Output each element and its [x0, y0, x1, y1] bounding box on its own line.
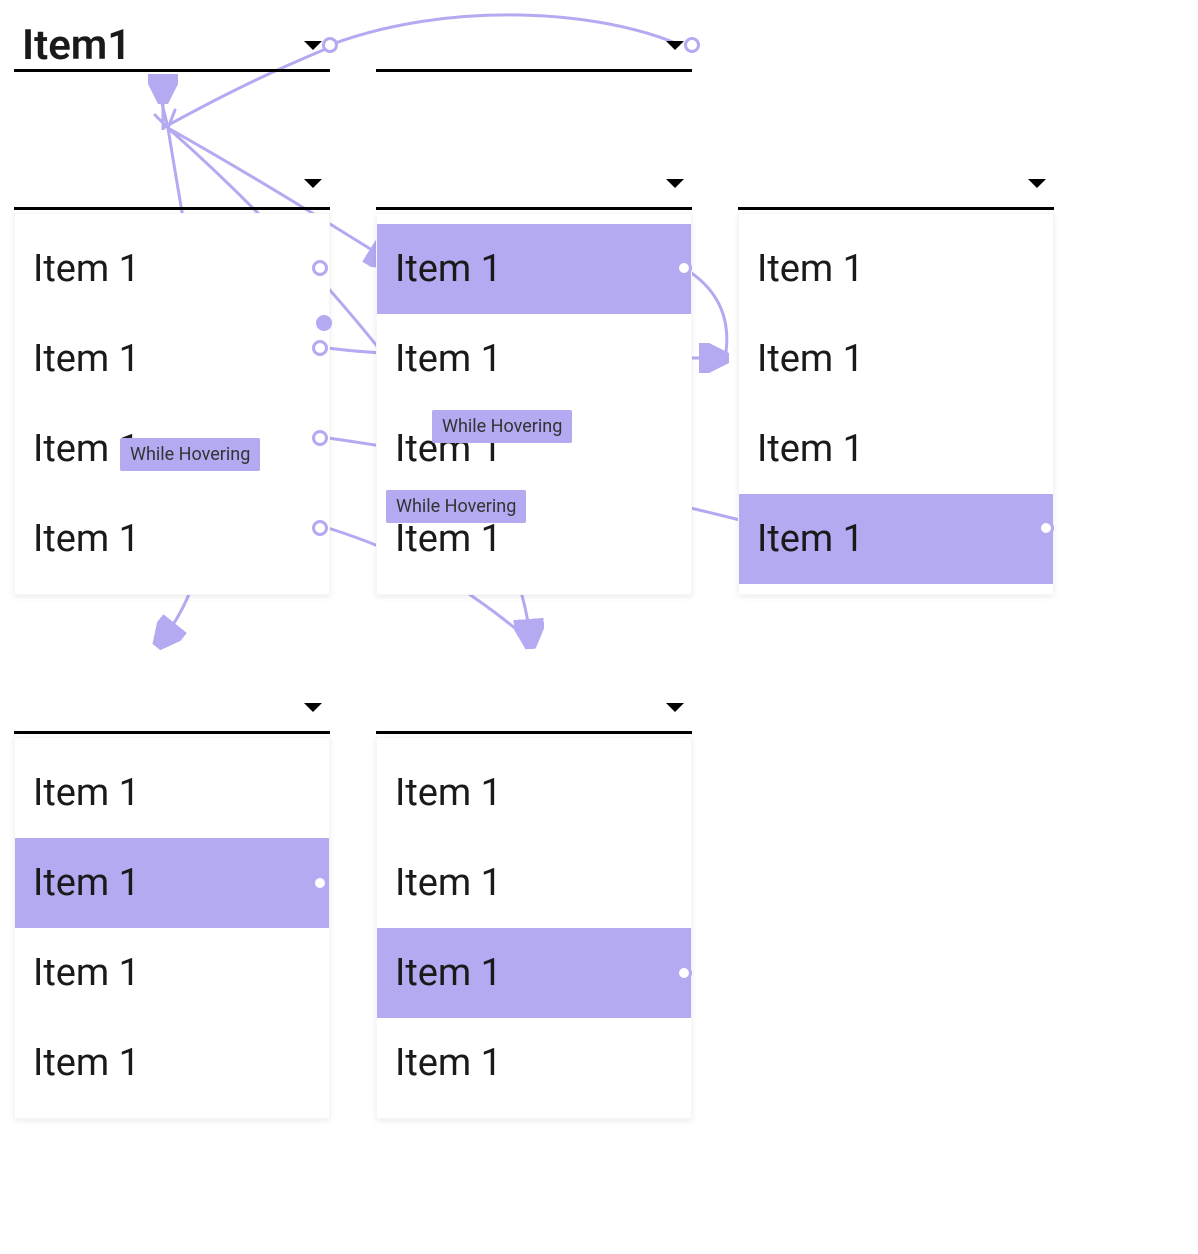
interaction-badge[interactable]: While Hovering [432, 410, 572, 443]
menu-item-label: Item 1 [395, 861, 502, 905]
menu-item[interactable]: Item 1 [15, 838, 329, 928]
menu-item-label: Item 1 [33, 771, 140, 815]
menu-item-label: Item 1 [33, 1041, 140, 1085]
dropdown-header[interactable] [376, 22, 692, 72]
interaction-badge[interactable]: While Hovering [120, 438, 260, 471]
menu-item[interactable]: Item 1 [739, 404, 1053, 494]
menu-item-label: Item 1 [33, 951, 140, 995]
menu-item[interactable]: Item 1 [15, 314, 329, 404]
menu-item-label: Item 1 [33, 517, 140, 561]
menu-item-label: Item 1 [395, 951, 502, 995]
menu-item-label: Item 1 [395, 771, 502, 815]
badge-label: While Hovering [130, 444, 250, 465]
dropdown-header[interactable] [14, 684, 330, 734]
dropdown-header[interactable] [14, 160, 330, 210]
dropdown-header[interactable]: Item1 [14, 22, 330, 72]
connection-handle-icon[interactable] [676, 260, 692, 276]
menu-item-label: Item 1 [33, 247, 140, 291]
connection-handle-icon[interactable] [312, 340, 328, 356]
dropdown-menu: Item 1 Item 1 Item 1 Item 1 [14, 737, 330, 1119]
dropdown-header[interactable] [376, 684, 692, 734]
interaction-badge[interactable]: While Hovering [386, 490, 526, 523]
menu-item-label: Item 1 [33, 337, 140, 381]
connection-handle-icon[interactable] [312, 875, 328, 891]
connection-handle-icon[interactable] [1038, 520, 1054, 536]
menu-item-label: Item 1 [395, 337, 502, 381]
menu-item-label: Item 1 [395, 517, 502, 561]
chevron-down-icon [304, 179, 322, 188]
menu-item[interactable]: Item 1 [739, 224, 1053, 314]
connection-handle-icon[interactable] [322, 37, 338, 53]
menu-item[interactable]: Item 1 [377, 928, 691, 1018]
menu-item-label: Item 1 [395, 247, 502, 291]
chevron-down-icon [666, 703, 684, 712]
connection-handle-icon[interactable] [312, 260, 328, 276]
menu-item-label: Item 1 [33, 861, 140, 905]
connection-handle-icon[interactable] [316, 315, 332, 331]
menu-item[interactable]: Item 1 [377, 314, 691, 404]
menu-item[interactable]: Item 1 [15, 928, 329, 1018]
menu-item[interactable]: Item 1 [377, 748, 691, 838]
badge-label: While Hovering [396, 496, 516, 517]
menu-item-label: Item 1 [757, 517, 864, 561]
connection-handle-icon[interactable] [676, 965, 692, 981]
menu-item-label: Item 1 [757, 427, 864, 471]
menu-item-label: Item 1 [395, 1041, 502, 1085]
menu-item[interactable]: Item 1 [377, 838, 691, 928]
menu-item[interactable]: Item 1 [15, 224, 329, 314]
menu-item-label: Item 1 [757, 247, 864, 291]
chevron-down-icon [304, 41, 322, 50]
dropdown-header[interactable] [376, 160, 692, 210]
menu-item[interactable]: Item 1 [15, 1018, 329, 1108]
prototype-canvas: Item1 Item 1 Item 1 Item 1 Item 1 Item 1… [0, 0, 1198, 1254]
dropdown-menu: Item 1 Item 1 Item 1 Item 1 [376, 213, 692, 595]
dropdown-header[interactable] [738, 160, 1054, 210]
dropdown-label: Item1 [22, 21, 304, 70]
chevron-down-icon [304, 703, 322, 712]
chevron-down-icon [1028, 179, 1046, 188]
menu-item[interactable]: Item 1 [15, 494, 329, 584]
dropdown-menu: Item 1 Item 1 Item 1 Item 1 [738, 213, 1054, 595]
dropdown-menu: Item 1 Item 1 Item 1 Item 1 [14, 213, 330, 595]
chevron-down-icon [666, 41, 684, 50]
chevron-down-icon [666, 179, 684, 188]
connection-handle-icon[interactable] [684, 37, 700, 53]
menu-item-label: Item 1 [757, 337, 864, 381]
menu-item[interactable]: Item 1 [377, 224, 691, 314]
menu-item[interactable]: Item 1 [377, 1018, 691, 1108]
dropdown-menu: Item 1 Item 1 Item 1 Item 1 [376, 737, 692, 1119]
menu-item[interactable]: Item 1 [739, 314, 1053, 404]
connection-handle-icon[interactable] [312, 520, 328, 536]
menu-item[interactable]: Item 1 [15, 748, 329, 838]
connection-handle-icon[interactable] [312, 430, 328, 446]
badge-label: While Hovering [442, 416, 562, 437]
menu-item[interactable]: Item 1 [739, 494, 1053, 584]
